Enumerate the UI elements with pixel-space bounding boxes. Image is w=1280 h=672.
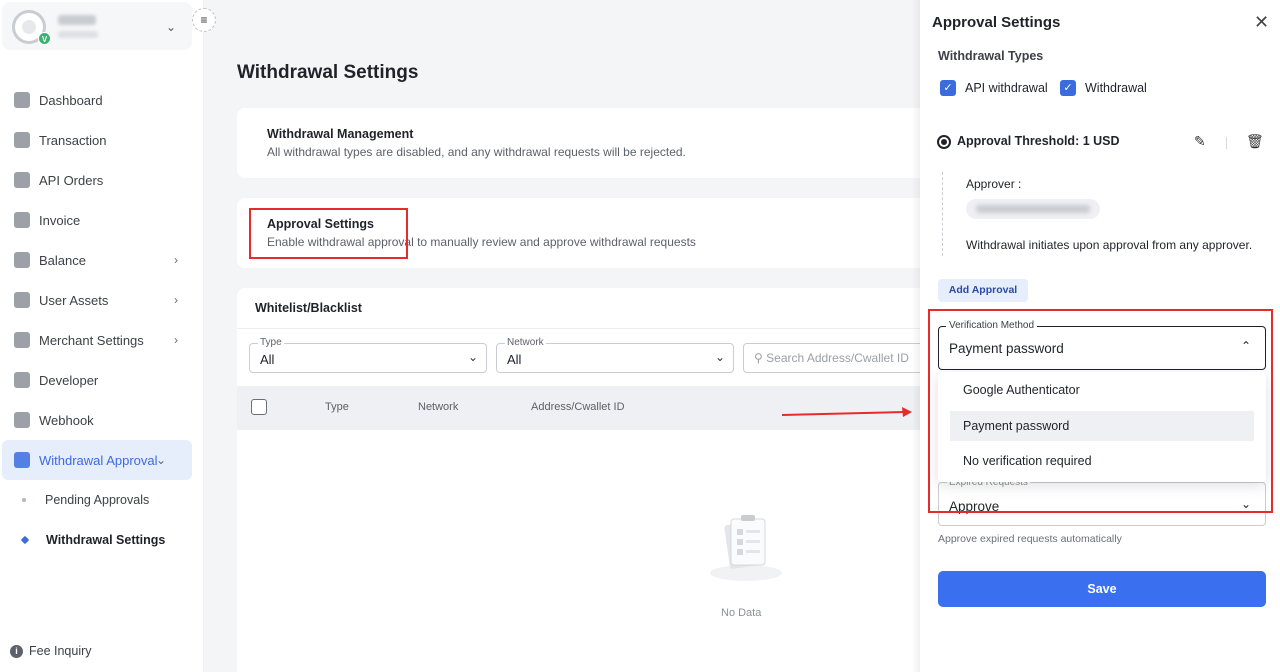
network-filter-select[interactable]: Network All ⌄: [496, 337, 734, 373]
sidebar-item-user-assets[interactable]: User Assets ›: [0, 280, 204, 320]
save-button[interactable]: Save: [938, 571, 1266, 607]
chevron-down-icon: ⌄: [155, 453, 166, 467]
info-icon: i: [10, 644, 23, 658]
sidebar-item-balance[interactable]: Balance ›: [0, 240, 204, 280]
webhook-icon: [14, 412, 30, 428]
select-all-checkbox[interactable]: [251, 399, 267, 415]
threshold-radio[interactable]: [937, 135, 951, 149]
invoice-icon: [14, 212, 30, 228]
annotation-highlight-approval-settings: [249, 208, 408, 259]
sidebar-item-withdrawal-approval[interactable]: Withdrawal Approval ⌄: [2, 440, 192, 480]
whitelist-title: Whitelist/Blacklist: [255, 301, 362, 315]
check-icon: ✓: [1060, 80, 1076, 96]
add-approval-button[interactable]: Add Approval: [938, 279, 1028, 302]
annotation-arrow-icon: [782, 407, 912, 417]
fee-inquiry-link[interactable]: i Fee Inquiry: [10, 644, 92, 658]
approver-label: Approver :: [966, 177, 1022, 191]
withdrawal-types-label: Withdrawal Types: [938, 49, 1044, 63]
page-title: Withdrawal Settings: [237, 62, 419, 83]
verified-badge: V: [38, 32, 51, 45]
expired-requests-hint: Approve expired requests automatically: [938, 533, 1122, 545]
api-orders-icon: [14, 172, 30, 188]
annotation-highlight-verification: [928, 309, 1273, 513]
close-icon[interactable]: ✕: [1254, 12, 1269, 33]
account-name-redacted: [58, 15, 96, 25]
collapse-sidebar-icon[interactable]: ≡: [192, 8, 216, 32]
sidebar-nav: Dashboard Transaction API Orders Invoice…: [0, 80, 204, 560]
approver-chip-redacted: [966, 199, 1100, 219]
chevron-down-icon: ⌄: [467, 350, 478, 364]
main-content: Withdrawal Settings Withdrawal Managemen…: [204, 0, 943, 672]
developer-icon: [14, 372, 30, 388]
sidebar-subitem-pending-approvals[interactable]: Pending Approvals: [0, 480, 204, 520]
chevron-right-icon: ›: [174, 253, 178, 267]
withdrawal-approval-icon: [14, 452, 30, 468]
type-filter-select[interactable]: Type All ⌄: [249, 337, 487, 373]
whitelist-card: Whitelist/Blacklist Type All ⌄ Network A…: [237, 288, 943, 672]
approval-note: Withdrawal initiates upon approval from …: [966, 238, 1253, 252]
approval-threshold-label: Approval Threshold: 1 USD: [957, 134, 1120, 148]
column-type: Type: [325, 401, 349, 413]
check-icon: ✓: [940, 80, 956, 96]
sidebar-item-api-orders[interactable]: API Orders: [0, 160, 204, 200]
sidebar-item-merchant-settings[interactable]: Merchant Settings ›: [0, 320, 204, 360]
sidebar-item-transaction[interactable]: Transaction: [0, 120, 204, 160]
trash-icon[interactable]: 🗑: [1246, 133, 1264, 150]
merchant-settings-icon: [14, 332, 30, 348]
withdrawal-checkbox[interactable]: ✓ Withdrawal: [1060, 80, 1147, 96]
column-address: Address/Cwallet ID: [531, 401, 625, 413]
transaction-icon: [14, 132, 30, 148]
sidebar-item-developer[interactable]: Developer: [0, 360, 204, 400]
sidebar-subitem-withdrawal-settings[interactable]: Withdrawal Settings: [0, 520, 204, 560]
balance-icon: [14, 252, 30, 268]
api-withdrawal-checkbox[interactable]: ✓ API withdrawal: [940, 80, 1048, 96]
search-icon: ⚲: [754, 351, 763, 365]
sidebar-item-dashboard[interactable]: Dashboard: [0, 80, 204, 120]
drawer-title: Approval Settings: [932, 14, 1061, 31]
chevron-down-icon: ⌄: [714, 350, 725, 364]
empty-state-text: No Data: [721, 607, 762, 619]
account-id-redacted: [58, 31, 98, 38]
dashboard-icon: [14, 92, 30, 108]
withdrawal-management-card[interactable]: Withdrawal Management All withdrawal typ…: [237, 108, 937, 178]
chevron-down-icon: ⌄: [166, 20, 177, 34]
sidebar: V ⌄ Dashboard Transaction API Orders Inv…: [0, 0, 204, 672]
user-assets-icon: [14, 292, 30, 308]
no-data-icon: [710, 515, 782, 581]
sidebar-item-webhook[interactable]: Webhook: [0, 400, 204, 440]
edit-icon[interactable]: ✎: [1194, 133, 1206, 150]
sidebar-item-invoice[interactable]: Invoice: [0, 200, 204, 240]
chevron-right-icon: ›: [174, 333, 178, 347]
chevron-right-icon: ›: [174, 293, 178, 307]
account-switcher[interactable]: V ⌄: [2, 2, 192, 50]
column-network: Network: [418, 401, 459, 413]
